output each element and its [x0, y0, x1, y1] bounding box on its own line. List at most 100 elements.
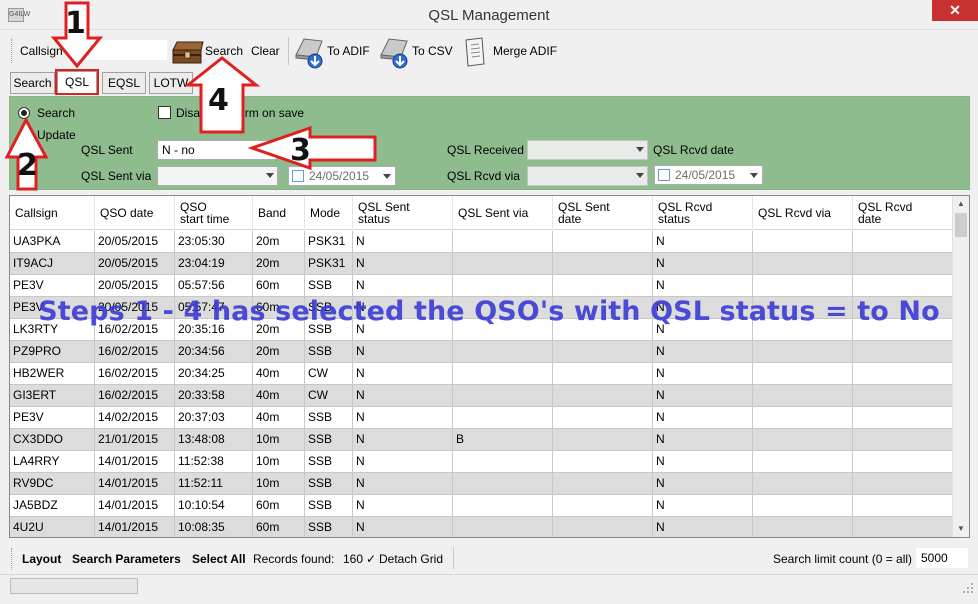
table-cell[interactable]: 14/01/2015	[95, 451, 175, 473]
table-cell[interactable]: N	[353, 495, 453, 517]
table-cell[interactable]	[753, 473, 853, 495]
scroll-thumb[interactable]	[955, 213, 967, 237]
table-cell[interactable]: N	[653, 473, 753, 495]
table-cell[interactable]: PSK31	[305, 253, 353, 275]
table-cell[interactable]: SSB	[305, 473, 353, 495]
table-cell[interactable]: 20:33:58	[175, 385, 253, 407]
table-cell[interactable]: N	[653, 429, 753, 451]
table-cell[interactable]: 21/01/2015	[95, 429, 175, 451]
column-header[interactable]: QSL Sent via	[453, 196, 553, 230]
to-adif-button[interactable]: To ADIF	[327, 44, 370, 58]
table-row[interactable]: LA4RRY 14/01/2015 11:52:38 10m SSB N N	[10, 451, 954, 473]
column-header[interactable]: QSL Rcvd via	[753, 196, 853, 230]
table-cell[interactable]	[753, 451, 853, 473]
scroll-up-icon[interactable]: ▲	[953, 196, 969, 212]
table-cell[interactable]	[553, 363, 653, 385]
table-cell[interactable]: 16/02/2015	[95, 363, 175, 385]
table-cell[interactable]	[553, 517, 653, 537]
table-cell[interactable]: N	[653, 275, 753, 297]
table-cell[interactable]	[753, 253, 853, 275]
check-icon[interactable]: ✓	[366, 552, 376, 566]
table-cell[interactable]	[453, 451, 553, 473]
table-cell[interactable]	[853, 495, 953, 517]
table-cell[interactable]: 16/02/2015	[95, 385, 175, 407]
table-cell[interactable]: N	[353, 517, 453, 537]
table-cell[interactable]	[853, 253, 953, 275]
table-cell[interactable]: N	[653, 231, 753, 253]
table-cell[interactable]: PSK31	[305, 231, 353, 253]
table-cell[interactable]: 11:52:11	[175, 473, 253, 495]
table-cell[interactable]	[753, 517, 853, 537]
qsl-rcvd-date-picker[interactable]: 24/05/2015	[654, 165, 763, 185]
table-cell[interactable]	[553, 385, 653, 407]
table-cell[interactable]: HB2WER	[10, 363, 95, 385]
disable-confirm-checkbox[interactable]	[158, 106, 171, 119]
table-cell[interactable]: 20m	[253, 231, 305, 253]
table-cell[interactable]: 20:34:56	[175, 341, 253, 363]
table-cell[interactable]: N	[653, 495, 753, 517]
table-cell[interactable]: 10m	[253, 451, 305, 473]
table-cell[interactable]: CW	[305, 363, 353, 385]
table-cell[interactable]	[553, 407, 653, 429]
table-cell[interactable]: 11:52:38	[175, 451, 253, 473]
table-cell[interactable]: N	[353, 473, 453, 495]
table-cell[interactable]: N	[353, 275, 453, 297]
search-chest-icon[interactable]	[171, 39, 205, 65]
table-cell[interactable]: 20/05/2015	[95, 253, 175, 275]
table-cell[interactable]	[753, 275, 853, 297]
table-cell[interactable]: N	[653, 363, 753, 385]
select-all-button[interactable]: Select All	[192, 552, 246, 566]
table-cell[interactable]	[553, 451, 653, 473]
table-row[interactable]: PE3V 14/02/2015 20:37:03 40m SSB N N	[10, 407, 954, 429]
column-header[interactable]: QSL Sent date	[553, 196, 653, 230]
column-header[interactable]: Band	[253, 196, 305, 230]
table-cell[interactable]: 20/05/2015	[95, 231, 175, 253]
table-cell[interactable]	[553, 341, 653, 363]
column-header[interactable]: QSO date	[95, 196, 175, 230]
table-cell[interactable]	[453, 253, 553, 275]
table-cell[interactable]	[753, 429, 853, 451]
table-cell[interactable]: N	[653, 517, 753, 537]
table-cell[interactable]: LA4RRY	[10, 451, 95, 473]
table-cell[interactable]	[853, 451, 953, 473]
table-cell[interactable]	[453, 275, 553, 297]
column-header[interactable]: QSO start time	[175, 196, 253, 230]
table-cell[interactable]: N	[353, 253, 453, 275]
qsl-sent-select[interactable]: N - no	[157, 140, 277, 160]
scroll-down-icon[interactable]: ▼	[953, 521, 969, 537]
table-cell[interactable]: IT9ACJ	[10, 253, 95, 275]
tab-search[interactable]: Search	[10, 72, 55, 94]
column-header[interactable]: QSL Sent status	[353, 196, 453, 230]
table-cell[interactable]: 05:57:56	[175, 275, 253, 297]
table-cell[interactable]: SSB	[305, 495, 353, 517]
table-cell[interactable]: N	[353, 407, 453, 429]
table-cell[interactable]: 10:08:35	[175, 517, 253, 537]
table-cell[interactable]	[753, 363, 853, 385]
table-row[interactable]: HB2WER 16/02/2015 20:34:25 40m CW N N	[10, 363, 954, 385]
table-cell[interactable]	[853, 407, 953, 429]
table-cell[interactable]	[853, 385, 953, 407]
qsl-sent-date-picker[interactable]: 24/05/2015	[288, 166, 396, 186]
table-cell[interactable]	[453, 495, 553, 517]
qsl-rcvd-via-select[interactable]	[527, 166, 648, 186]
qsl-rcvd-date-checkbox[interactable]	[658, 169, 670, 181]
table-cell[interactable]: N	[653, 385, 753, 407]
qso-grid[interactable]: Callsign QSO date QSO start time Band Mode QSL…	[9, 195, 970, 538]
table-cell[interactable]: 14/01/2015	[95, 495, 175, 517]
table-cell[interactable]	[853, 341, 953, 363]
table-row[interactable]: IT9ACJ 20/05/2015 23:04:19 20m PSK31 N N	[10, 253, 954, 275]
search-button[interactable]: Search	[205, 44, 243, 58]
table-cell[interactable]	[753, 341, 853, 363]
table-cell[interactable]: CW	[305, 385, 353, 407]
table-row[interactable]: 4U2U 14/01/2015 10:08:35 60m SSB N N	[10, 517, 954, 537]
resize-grip-icon[interactable]	[962, 582, 974, 594]
table-cell[interactable]: N	[653, 253, 753, 275]
table-cell[interactable]: SSB	[305, 407, 353, 429]
table-cell[interactable]: 16/02/2015	[95, 341, 175, 363]
table-cell[interactable]: 14/02/2015	[95, 407, 175, 429]
table-cell[interactable]	[453, 473, 553, 495]
search-limit-input[interactable]: 5000	[916, 548, 968, 568]
table-row[interactable]: RV9DC 14/01/2015 11:52:11 10m SSB N N	[10, 473, 954, 495]
search-parameters-button[interactable]: Search Parameters	[72, 552, 181, 566]
search-radio[interactable]	[18, 107, 30, 119]
